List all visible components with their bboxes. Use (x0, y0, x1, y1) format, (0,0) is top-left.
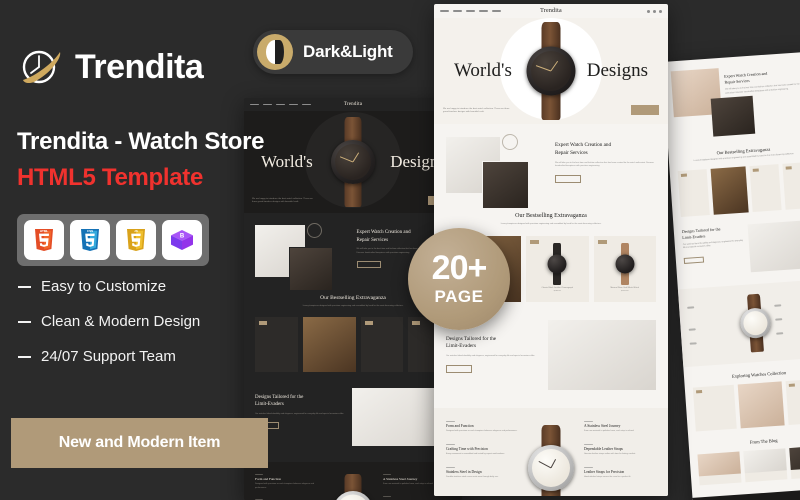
planet-watch-icon (16, 42, 66, 92)
dark-tailored-title: Designs Tailored for the (255, 394, 304, 400)
feature-list: Easy to Customize Clean & Modern Design … (18, 278, 200, 365)
feature-label: Easy to Customize (41, 278, 167, 295)
poster-canvas: Expert Watch Creation and Repair Service… (0, 0, 800, 500)
hero-paragraph: We are happy to introduce the best watch… (252, 197, 313, 204)
product-price-2: $310.00 (621, 290, 629, 293)
center-fg-left-title-2: Crafting Time with Precision (446, 446, 488, 451)
dark-bestselling-body: Luxury timepieces designed with precisio… (302, 305, 404, 307)
center-fg-right-title-1: A Stainless Steel Journey (584, 423, 621, 428)
center-hero-word-left: World's (454, 60, 512, 81)
collection-title: Exploring Watches Collection (731, 369, 787, 379)
center-fg-left-body-2: Every movement is assembled and tested b… (446, 452, 505, 455)
promo-headline: Trendita - Watch Store (17, 128, 265, 155)
hero-word-left: World's (261, 152, 313, 171)
bootstrap-badge-icon: B (162, 220, 202, 260)
fg-left-title-1: Form and Function (255, 476, 281, 481)
center-fg-left-body-1: Designed with precision so each timepiec… (446, 429, 518, 432)
center-hero-button[interactable] (631, 105, 659, 115)
feature-label: 24/07 Support Team (41, 348, 176, 365)
dark-light-toggle[interactable]: Dark&Light (253, 30, 413, 74)
center-fg-right-body-1: From raw material to polished case, each… (584, 429, 635, 432)
tech-badges: HTML CSS JS B (17, 214, 209, 266)
list-item: Easy to Customize (18, 278, 200, 295)
page-count-value: 20+ (431, 249, 488, 287)
center-services-button[interactable] (555, 174, 581, 183)
center-tailored-title-2: Limit-Evaders (446, 343, 476, 350)
tailored-body: Our watches blend durability and eleganc… (682, 239, 744, 250)
promo-subhead: HTML5 Template (17, 164, 204, 191)
javascript-badge-icon: JS (116, 220, 156, 260)
center-hero-word-right: Designs (586, 60, 648, 81)
brand-name: Trendita (75, 48, 204, 86)
center-services-title: Expert Watch Creation and (555, 142, 612, 148)
feature-label: Clean & Modern Design (41, 313, 201, 330)
center-fg-left-title-3: Stainless Steel in Design (446, 469, 482, 474)
center-services-title-2: Repair Services (555, 149, 588, 156)
center-bestselling-title: Our Bestselling Extravaganza (515, 213, 587, 219)
dark-tailored-body: Our watches blend durability and eleganc… (255, 412, 344, 415)
css3-badge-icon: CSS (70, 220, 110, 260)
fg-left-body-1: Designed with precision so each timepiec… (255, 482, 314, 489)
tailored-button[interactable] (683, 256, 705, 264)
svg-text:HTML: HTML (40, 229, 48, 233)
dash-icon (18, 285, 31, 288)
center-fg-right-body-2: Genuine leather straps soften with time … (584, 452, 636, 455)
page-count-badge: 20+ PAGE (408, 228, 510, 330)
list-item: 24/07 Support Team (18, 348, 200, 365)
contrast-circle-icon (257, 34, 293, 70)
mockup-nav-brand: Trendita (343, 102, 363, 107)
center-fg-right-body-3: Hand-stitched straps secure the case for… (584, 475, 631, 478)
brand-lockup: Trendita (16, 42, 204, 92)
dark-services-button[interactable] (356, 261, 381, 269)
center-fg-left-body-3: Durable stainless steel cases resist wea… (446, 475, 499, 478)
dash-icon (18, 320, 31, 323)
svg-text:CSS: CSS (87, 229, 93, 233)
center-bestselling-body: Luxury timepieces designed with precisio… (500, 223, 602, 225)
center-fg-left-title-1: Form and Function (446, 423, 474, 428)
promo-panel: Trendita Trendita - Watch Store HTML5 Te… (0, 0, 268, 500)
center-services-body: We will take you to the best time and fa… (555, 161, 654, 168)
page-count-unit: PAGE (434, 287, 484, 306)
center-tailored-body: Our watches blend durability and eleganc… (446, 355, 535, 358)
services-body: We will take you to the best time and fa… (725, 83, 800, 95)
svg-text:B: B (180, 233, 185, 239)
list-item: Clean & Modern Design (18, 313, 200, 330)
dash-icon (18, 355, 31, 358)
center-tailored-title: Designs Tailored for the (446, 335, 497, 342)
center-nav-brand: Trendita (540, 8, 562, 14)
center-hero-paragraph: We are happy to introduce the best watch… (443, 107, 510, 114)
product-price-1: $285.00 (553, 290, 561, 293)
dark-tailored-title-2: Limit-Evaders (255, 402, 284, 408)
center-fg-right-title-2: Dependable Leather Straps (584, 446, 623, 451)
blog-title: From The Blog (749, 437, 778, 445)
dark-light-label: Dark&Light (303, 42, 393, 61)
center-fg-right-title-3: Leather Straps for Precision (584, 469, 625, 474)
new-and-modern-item-button[interactable]: New and Modern Item (11, 418, 268, 468)
html5-badge-icon: HTML (24, 220, 64, 260)
svg-text:JS: JS (134, 229, 138, 233)
mockup-right-light[interactable]: Expert Watch Creation and Repair Service… (662, 51, 800, 500)
center-tailored-button[interactable] (446, 364, 472, 373)
